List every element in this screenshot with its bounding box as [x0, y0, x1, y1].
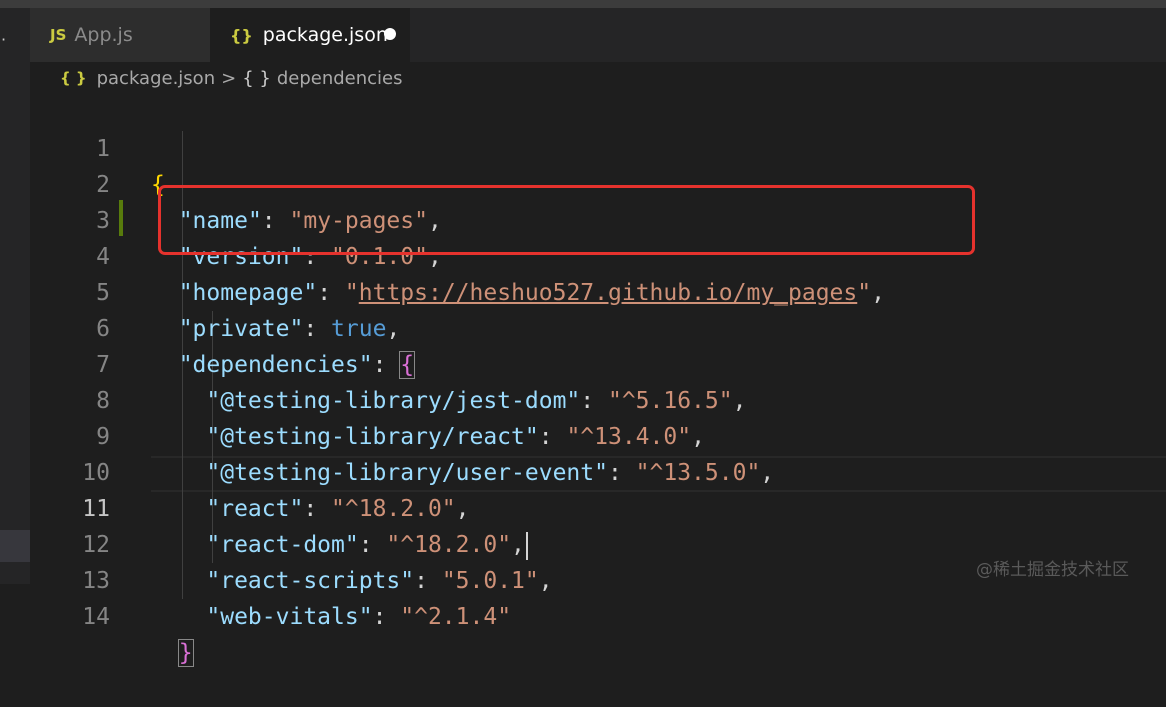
- code-line: 12 "react-scripts": "5.0.1",: [30, 491, 1166, 594]
- unsaved-changes-dot-icon[interactable]: [384, 28, 396, 40]
- breadcrumb-file[interactable]: package.json: [97, 68, 216, 89]
- line-number: 14: [82, 604, 110, 630]
- code-line: 2 "name": "my-pages",: [30, 131, 1166, 234]
- javascript-file-icon: JS: [50, 26, 67, 44]
- code-line: 8 "@testing-library/react": "^13.4.0",: [30, 347, 1166, 450]
- tab-package-json[interactable]: {} package.json: [210, 8, 410, 62]
- object-symbol-icon: { }: [242, 67, 271, 89]
- json-file-icon: {}: [230, 25, 253, 45]
- code-line-active: 11 "react-dom": "^18.2.0",: [30, 455, 1166, 560]
- json-key: "web-vitals": [206, 604, 373, 630]
- red-highlight-box: [158, 185, 975, 255]
- explorer-sidebar: ·: [0, 8, 30, 584]
- code-line: 7 "@testing-library/jest-dom": "^5.16.5"…: [30, 311, 1166, 414]
- tab-app-js[interactable]: JS App.js: [30, 8, 210, 62]
- breadcrumb-symbol[interactable]: dependencies: [277, 68, 403, 89]
- watermark: @稀土掘金技术社区: [976, 560, 1129, 580]
- breadcrumb: { } package.json > { } dependencies: [60, 62, 403, 94]
- json-string: "^2.1.4": [400, 604, 512, 630]
- tab-bar: JS App.js {} package.json: [30, 8, 1166, 62]
- code-line: 6 "dependencies": {: [30, 275, 1166, 379]
- sidebar-dot-icon: ·: [1, 30, 7, 49]
- code-line: 10 "react": "^18.2.0",: [30, 419, 1166, 522]
- json-brace: }: [177, 639, 194, 667]
- breadcrumb-separator-icon: >: [221, 67, 237, 89]
- json-file-icon: { }: [60, 69, 87, 87]
- tab-label: package.json: [262, 24, 388, 46]
- code-line: 1 {: [30, 95, 1166, 198]
- title-strip: [0, 0, 1166, 8]
- tab-label: App.js: [74, 24, 133, 46]
- code-editor[interactable]: 1 { 2 "name": "my-pages", 3 "version": "…: [30, 95, 1166, 667]
- code-line: 9 "@testing-library/user-event": "^13.5.…: [30, 383, 1166, 486]
- sidebar-selected-item[interactable]: [0, 530, 30, 562]
